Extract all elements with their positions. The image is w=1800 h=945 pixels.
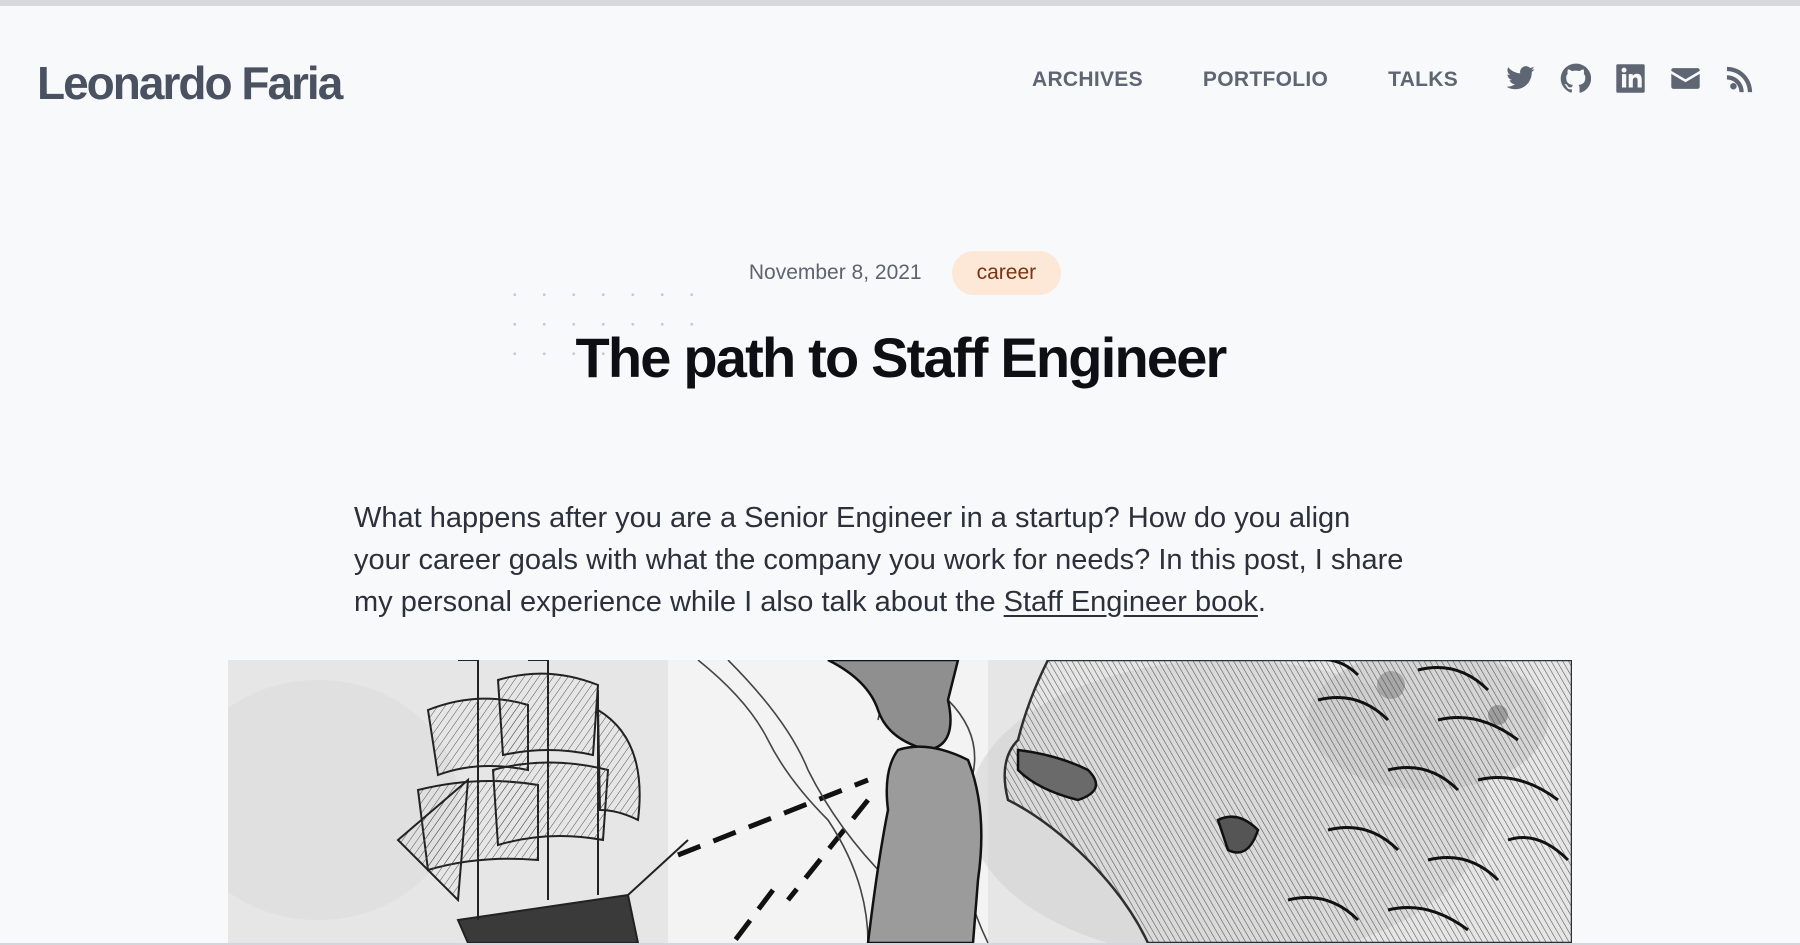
- rss-icon[interactable]: [1725, 63, 1756, 94]
- post-title: The path to Staff Engineer: [575, 326, 1227, 389]
- staff-engineer-book-link[interactable]: Staff Engineer book: [1004, 586, 1258, 618]
- post-date: November 8, 2021: [748, 261, 922, 284]
- top-border: [0, 0, 1800, 6]
- post-intro: What happens after you are a Senior Engi…: [354, 497, 1404, 623]
- twitter-icon[interactable]: [1505, 63, 1536, 94]
- hero-image-ship-map: [228, 660, 1572, 943]
- site-title-link[interactable]: Leonardo Faria: [37, 56, 343, 110]
- nav-archives-link[interactable]: ARCHIVES: [1032, 68, 1143, 92]
- nav-talks-link[interactable]: TALKS: [1388, 68, 1458, 92]
- post-meta: November 8, 2021 career: [0, 251, 1800, 295]
- linkedin-icon[interactable]: [1615, 63, 1646, 94]
- main-nav: ARCHIVES PORTFOLIO TALKS: [1032, 68, 1458, 92]
- social-links: [1505, 63, 1756, 94]
- category-tag[interactable]: career: [951, 251, 1062, 295]
- github-icon[interactable]: [1560, 63, 1591, 94]
- nav-portfolio-link[interactable]: PORTFOLIO: [1203, 68, 1328, 92]
- intro-end: .: [1257, 586, 1266, 618]
- email-icon[interactable]: [1670, 63, 1701, 94]
